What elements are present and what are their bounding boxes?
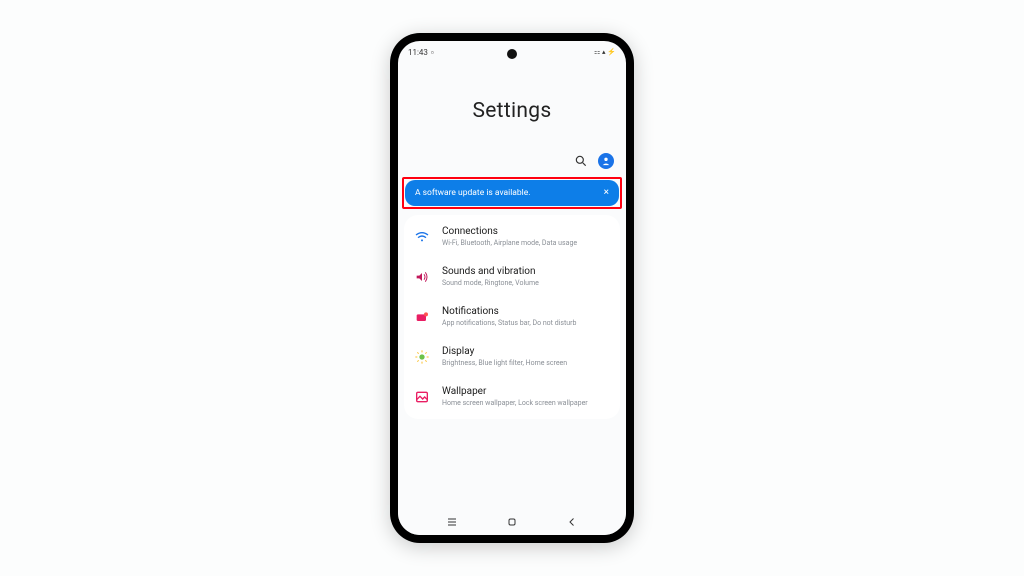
phone-frame: 11:43 ▫ ⚏ ▴ ⚡ Settings A software update… [390, 33, 634, 543]
banner-close-button[interactable]: × [604, 188, 609, 198]
settings-group: Connections Wi-Fi, Bluetooth, Airplane m… [404, 215, 620, 419]
status-time: 11:43 [408, 48, 428, 57]
item-title: Sounds and vibration [442, 266, 610, 278]
recents-icon [446, 516, 458, 528]
banner-text: A software update is available. [415, 188, 530, 198]
item-title: Connections [442, 226, 610, 238]
display-icon [414, 349, 430, 365]
status-notif-icon: ▫ [431, 48, 434, 57]
item-subtitle: App notifications, Status bar, Do not di… [442, 319, 610, 328]
settings-item-sounds[interactable]: Sounds and vibration Sound mode, Rington… [404, 257, 620, 297]
settings-item-notifications[interactable]: Notifications App notifications, Status … [404, 297, 620, 337]
item-subtitle: Wi-Fi, Bluetooth, Airplane mode, Data us… [442, 239, 610, 248]
settings-item-wallpaper[interactable]: Wallpaper Home screen wallpaper, Lock sc… [404, 377, 620, 417]
back-icon [566, 516, 578, 528]
notifications-icon [414, 309, 430, 325]
status-indicators: ⚏ ▴ ⚡ [594, 48, 616, 56]
sound-icon [414, 269, 430, 285]
recents-button[interactable] [445, 515, 459, 529]
screen: 11:43 ▫ ⚏ ▴ ⚡ Settings A software update… [398, 41, 626, 535]
item-title: Wallpaper [442, 386, 610, 398]
item-title: Display [442, 346, 610, 358]
home-button[interactable] [505, 515, 519, 529]
toolbar [398, 153, 626, 177]
item-subtitle: Brightness, Blue light filter, Home scre… [442, 359, 610, 368]
settings-item-display[interactable]: Display Brightness, Blue light filter, H… [404, 337, 620, 377]
item-subtitle: Home screen wallpaper, Lock screen wallp… [442, 399, 610, 408]
camera-hole [507, 49, 517, 59]
account-icon [601, 156, 611, 166]
page-title: Settings [472, 99, 551, 123]
item-title: Notifications [442, 306, 610, 318]
search-button[interactable] [574, 154, 588, 168]
item-subtitle: Sound mode, Ringtone, Volume [442, 279, 610, 288]
wifi-icon [414, 229, 430, 245]
highlight-box: A software update is available. × [402, 177, 622, 209]
back-button[interactable] [565, 515, 579, 529]
settings-list[interactable]: A software update is available. × Connec… [398, 177, 626, 507]
update-banner[interactable]: A software update is available. × [405, 180, 619, 206]
header: Settings [398, 59, 626, 153]
account-button[interactable] [598, 153, 614, 169]
navigation-bar [398, 507, 626, 535]
search-icon [574, 154, 588, 168]
home-icon [506, 516, 518, 528]
settings-item-connections[interactable]: Connections Wi-Fi, Bluetooth, Airplane m… [404, 217, 620, 257]
wallpaper-icon [414, 389, 430, 405]
